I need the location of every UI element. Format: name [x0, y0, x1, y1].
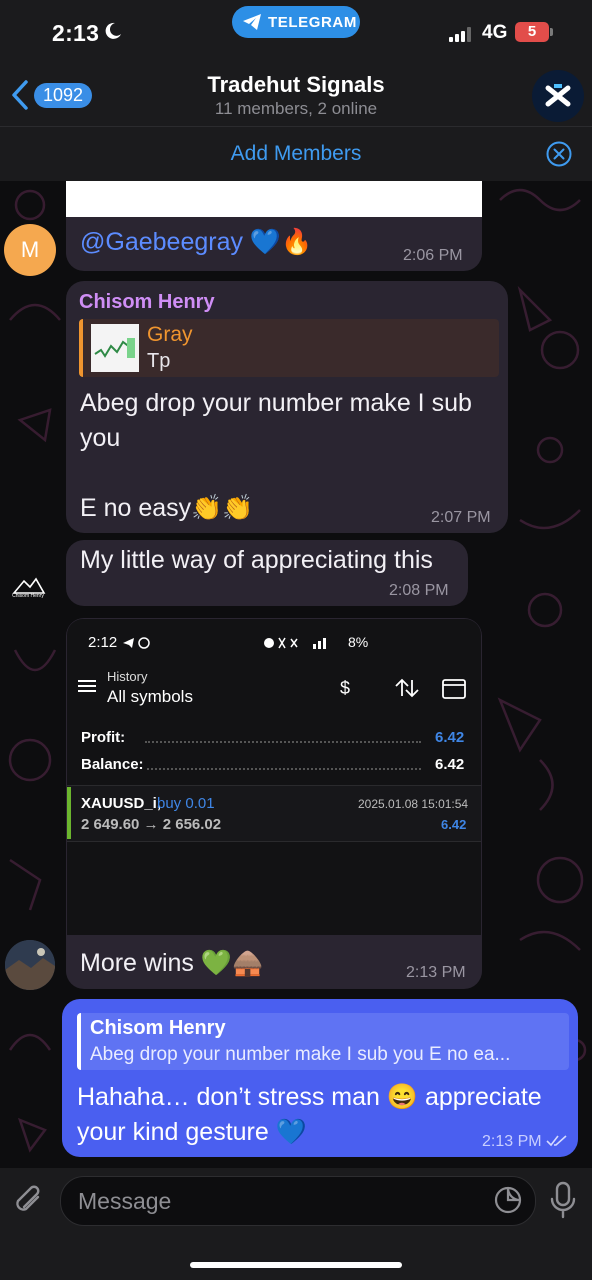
message-text-line: you	[80, 424, 121, 452]
group-avatar[interactable]	[532, 70, 584, 122]
shot-battery: 8%	[348, 634, 369, 650]
status-time: 2:13	[52, 20, 100, 46]
message-time: 2:13 PM	[406, 964, 466, 981]
message-text-line: Hahaha… don’t stress man 😄 appreciate	[77, 1083, 542, 1111]
avatar-caption: Chisom Henry	[12, 593, 44, 599]
network-type: 4G	[482, 22, 508, 43]
shot-section: History	[107, 669, 148, 684]
message-text-line: E no easy👏👏	[80, 494, 254, 522]
reply-quote[interactable]	[79, 319, 499, 377]
shot-profit-value: 6.42	[435, 729, 465, 746]
group-logo-icon	[545, 84, 571, 107]
sticker-icon[interactable]	[494, 1186, 522, 1214]
media-preview[interactable]	[66, 181, 482, 217]
svg-text:$: $	[340, 678, 350, 698]
shot-status-icons	[264, 637, 326, 649]
battery-level: 5	[527, 23, 537, 40]
trade-side: buy 0.01	[157, 795, 215, 812]
battery-indicator: 5	[515, 22, 549, 42]
back-icon[interactable]	[8, 78, 32, 112]
mic-icon[interactable]	[549, 1181, 577, 1219]
moon-icon	[105, 22, 121, 39]
attach-icon[interactable]	[14, 1183, 46, 1217]
reply-preview: Abeg drop your number make I sub you E n…	[90, 1044, 511, 1065]
trade-symbol: XAUUSD_i,	[81, 795, 162, 812]
avatar[interactable]: M	[4, 224, 56, 276]
trade-row-marker	[67, 787, 71, 839]
avatar[interactable]	[5, 940, 55, 990]
avatar[interactable]: Chisom Henry	[10, 575, 46, 605]
message-time: 2:06 PM	[403, 247, 463, 264]
read-check-icon	[546, 1135, 567, 1147]
chat-title[interactable]: Tradehut Signals	[146, 72, 446, 98]
message-input-placeholder: Message	[78, 1188, 172, 1214]
menu-icon	[78, 680, 96, 692]
reply-preview: Tp	[147, 350, 171, 372]
message-text: My little way of appreciating this	[80, 546, 433, 574]
trade-row	[67, 785, 481, 842]
telegram-icon	[243, 14, 261, 30]
close-icon[interactable]	[546, 141, 572, 167]
battery-tip	[550, 28, 553, 36]
shot-toolbar-icons: $	[340, 678, 466, 699]
message-text: More wins 💚🛖	[80, 949, 264, 977]
reply-author: Gray	[147, 323, 193, 346]
message-text-line: your kind gesture 💙	[77, 1118, 307, 1146]
message-time: 2:07 PM	[431, 509, 491, 526]
message-text: @Gaebeegray 💙🔥	[80, 228, 313, 256]
shared-screenshot[interactable]: 2:12 8% History All symbols $ Profit: 6.…	[67, 619, 481, 935]
shot-profit-label: Profit:	[81, 729, 126, 746]
telegram-pill-label: TELEGRAM	[268, 14, 357, 31]
shot-app-icons	[123, 637, 150, 649]
add-members-button[interactable]: Add Members	[0, 142, 592, 166]
chart-thumbnail-icon	[91, 324, 139, 372]
add-members-bar: Add Members	[0, 127, 592, 181]
shot-balance-value: 6.42	[435, 756, 465, 773]
dotted-leader	[147, 768, 421, 770]
chat-subtitle: 11 members, 2 online	[214, 99, 378, 118]
landscape-photo-icon	[5, 940, 55, 990]
shot-balance-label: Balance:	[81, 756, 144, 773]
trade-datetime: 2025.01.08 15:01:54	[358, 797, 469, 811]
message-time: 2:13 PM	[482, 1133, 542, 1150]
shot-time: 2:12	[88, 634, 118, 651]
dotted-leader	[145, 741, 421, 743]
telegram-pill[interactable]: TELEGRAM	[232, 6, 360, 38]
home-indicator	[190, 1262, 402, 1268]
sender-name[interactable]: Chisom Henry	[79, 291, 215, 314]
reply-thumbnail	[91, 324, 139, 372]
unread-count-badge[interactable]: 1092	[34, 83, 92, 108]
message-text-line: Abeg drop your number make I sub	[80, 389, 472, 417]
mountain-logo-icon	[12, 577, 46, 594]
reply-author: Chisom Henry	[90, 1017, 226, 1039]
message-input[interactable]: Message	[60, 1176, 536, 1226]
shot-filter: All symbols	[107, 687, 193, 706]
message-time: 2:08 PM	[389, 582, 449, 599]
trade-profit: 6.42	[441, 817, 467, 832]
signal-icon	[449, 27, 471, 42]
trade-prices: 2 649.60 → 2 656.02	[81, 816, 222, 833]
